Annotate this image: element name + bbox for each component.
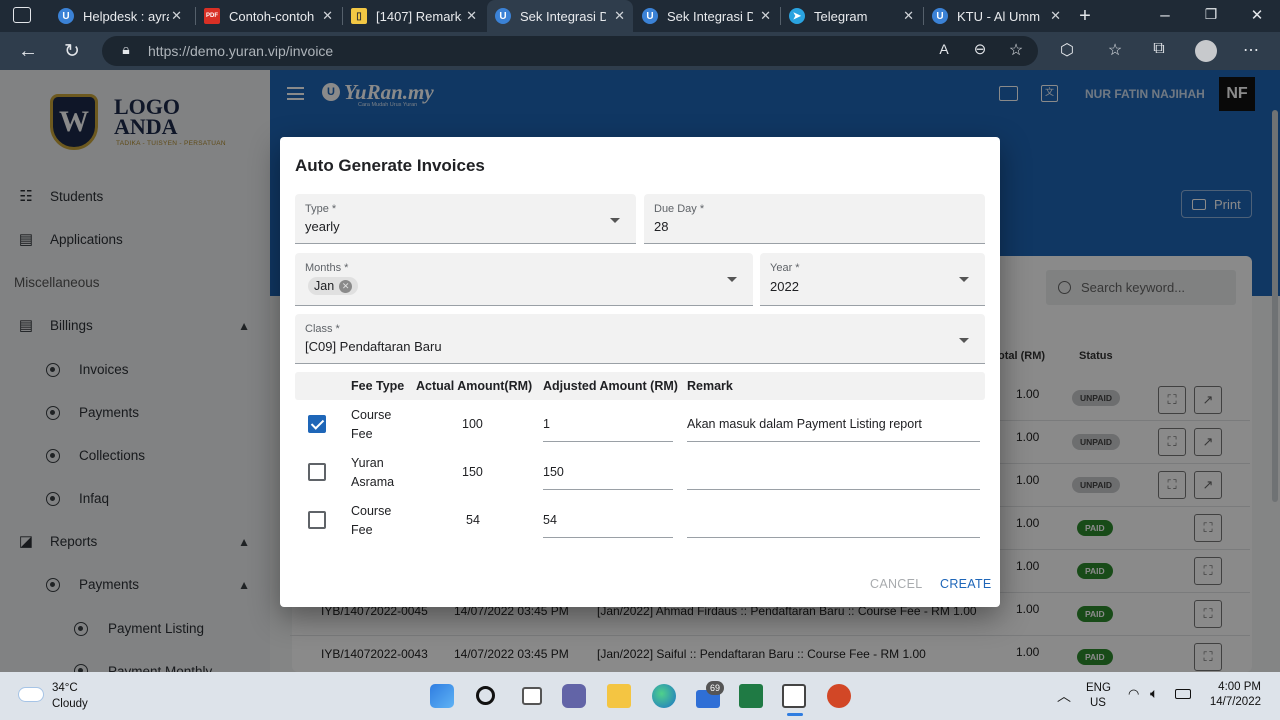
- active-app-indicator: [787, 713, 803, 716]
- wifi-icon[interactable]: ◠: [1128, 686, 1139, 702]
- url-input[interactable]: https://demo.yuran.vip/invoice: [102, 36, 1038, 66]
- tab-telegram[interactable]: ➤ Telegram ✕: [781, 0, 922, 32]
- yuran-icon: U: [58, 8, 74, 24]
- cloud-icon: [18, 687, 44, 702]
- dropdown-arrow-icon: [610, 218, 620, 223]
- adjusted-amount-input[interactable]: 54: [543, 511, 557, 530]
- adjusted-amount-input[interactable]: 1: [543, 415, 550, 434]
- tab-contoh[interactable]: PDF Contoh-contoh ✕: [196, 0, 341, 32]
- profile-avatar[interactable]: [1195, 40, 1217, 62]
- adjusted-amount-input[interactable]: 150: [543, 463, 564, 482]
- column-header-fee-type: Fee Type: [351, 379, 405, 393]
- class-select[interactable]: Class * [C09] Pendaftaran Baru: [295, 314, 985, 364]
- edge-icon[interactable]: [652, 684, 676, 708]
- months-select[interactable]: Months * Jan ✕: [295, 253, 753, 306]
- tab-actions-icon[interactable]: [13, 7, 31, 23]
- column-header-adjusted-amount: Adjusted Amount (RM): [543, 379, 678, 393]
- maximize-icon[interactable]: ❐: [1200, 6, 1222, 23]
- zoom-icon[interactable]: ⊖: [969, 40, 991, 58]
- fee-type: Course Fee: [351, 504, 392, 537]
- year-select[interactable]: Year * 2022: [760, 253, 985, 306]
- extensions-icon[interactable]: ⬡: [1056, 40, 1078, 60]
- actual-amount: 54: [466, 513, 480, 527]
- tab-ktu[interactable]: U KTU - Al Umm ✕: [924, 0, 1069, 32]
- windows-start-icon[interactable]: [430, 684, 454, 708]
- fee-type: Course Fee: [351, 408, 392, 441]
- powerpoint-icon[interactable]: [827, 684, 851, 708]
- tab-sek-integrasi-active[interactable]: U Sek Integrasi D ✕: [487, 0, 633, 32]
- yuran-icon: U: [932, 8, 948, 24]
- dropdown-arrow-icon: [959, 277, 969, 282]
- window-close-icon[interactable]: ✕: [1246, 6, 1268, 24]
- create-button[interactable]: CREATE: [940, 577, 992, 591]
- fee-checkbox[interactable]: [308, 463, 326, 481]
- close-icon[interactable]: ✕: [466, 8, 477, 24]
- actual-amount: 150: [462, 465, 483, 479]
- new-tab-icon[interactable]: +: [1074, 5, 1096, 28]
- search-icon[interactable]: [476, 686, 495, 705]
- dropdown-arrow-icon: [727, 277, 737, 282]
- file-explorer-icon[interactable]: [607, 684, 631, 708]
- minimize-icon[interactable]: –: [1154, 5, 1176, 25]
- column-header-remark: Remark: [687, 379, 733, 393]
- dropdown-arrow-icon: [959, 338, 969, 343]
- tab-remarks[interactable]: ▯ [1407] Remarks ✕: [343, 0, 485, 32]
- excel-icon[interactable]: [739, 684, 763, 708]
- close-icon[interactable]: ✕: [1050, 8, 1061, 24]
- back-icon[interactable]: ←: [17, 40, 39, 63]
- language-indicator[interactable]: ENG US: [1086, 682, 1111, 709]
- column-header-actual-amount: Actual Amount(RM): [416, 379, 533, 393]
- close-icon[interactable]: ✕: [903, 8, 914, 24]
- yuran-icon: U: [642, 8, 658, 24]
- collections-icon[interactable]: ⧉: [1148, 40, 1170, 58]
- read-aloud-icon[interactable]: A: [933, 41, 955, 57]
- tab-sek-integrasi[interactable]: U Sek Integrasi D ✕: [634, 0, 779, 32]
- volume-icon[interactable]: 🔈︎: [1150, 685, 1158, 702]
- close-icon[interactable]: ✕: [322, 8, 333, 24]
- favorites-icon[interactable]: ☆: [1104, 40, 1126, 60]
- favorite-icon[interactable]: ☆: [1005, 40, 1027, 60]
- type-select[interactable]: Type * yearly: [295, 194, 636, 244]
- remark-input[interactable]: Akan masuk dalam Payment Listing report: [687, 415, 922, 434]
- lock-icon[interactable]: 🔒︎: [115, 41, 137, 58]
- battery-icon[interactable]: [1175, 689, 1191, 699]
- due-day-field[interactable]: Due Day * 28: [644, 194, 985, 244]
- teams-icon[interactable]: [562, 684, 586, 708]
- fee-type: Yuran Asrama: [351, 456, 395, 489]
- auto-generate-invoices-dialog: Auto Generate Invoices Type * yearly Due…: [280, 137, 1000, 607]
- month-chip[interactable]: Jan ✕: [308, 277, 359, 295]
- pdf-icon: PDF: [204, 8, 220, 24]
- task-view-icon[interactable]: [522, 687, 542, 705]
- chip-remove-icon[interactable]: ✕: [339, 279, 353, 293]
- more-icon[interactable]: ⋯: [1240, 40, 1262, 60]
- tab-helpdesk[interactable]: U Helpdesk : ayra ✕: [50, 0, 190, 32]
- clock[interactable]: 4:00 PM 14/7/2022: [1205, 681, 1261, 708]
- close-icon[interactable]: ✕: [171, 8, 182, 24]
- fee-checkbox[interactable]: [308, 511, 326, 529]
- actual-amount: 100: [462, 417, 483, 431]
- cancel-button[interactable]: CANCEL: [870, 577, 923, 591]
- refresh-icon[interactable]: ↻: [61, 40, 83, 63]
- snipping-tool-icon[interactable]: [782, 684, 806, 708]
- yuran-icon: U: [495, 8, 511, 24]
- note-icon: ▯: [351, 8, 367, 24]
- telegram-icon: ➤: [789, 8, 805, 24]
- fee-checkbox[interactable]: [308, 415, 326, 433]
- weather-widget[interactable]: 34°C Cloudy: [18, 680, 98, 714]
- chevron-up-icon[interactable]: ︿: [1057, 686, 1071, 706]
- close-icon[interactable]: ✕: [614, 8, 625, 24]
- dialog-title: Auto Generate Invoices: [295, 156, 485, 175]
- scrollbar[interactable]: [1272, 110, 1278, 502]
- close-icon[interactable]: ✕: [760, 8, 771, 24]
- mail-badge: 69: [706, 681, 724, 695]
